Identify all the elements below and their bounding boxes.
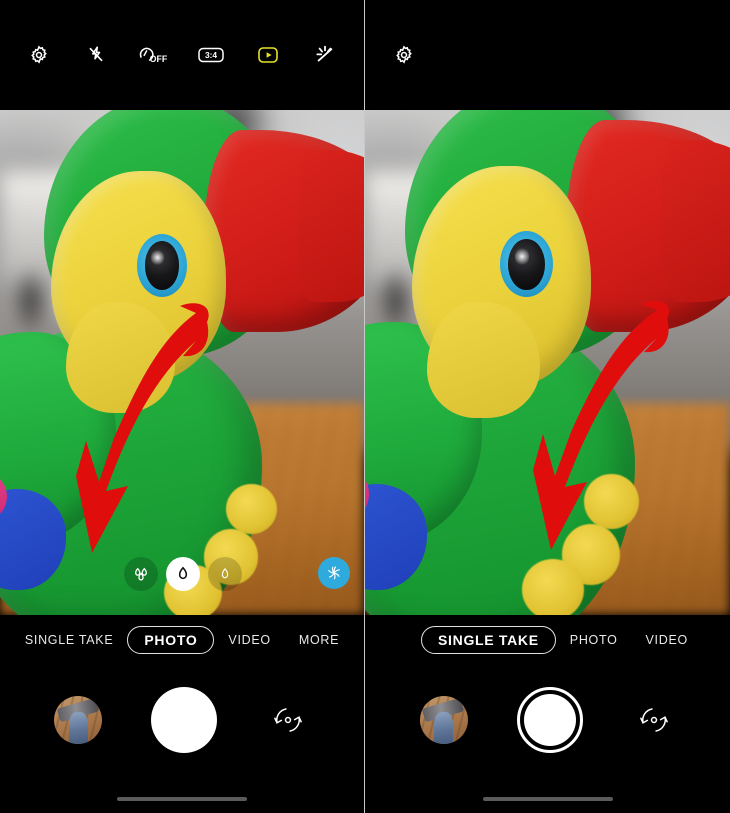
camera-mode-selector: SINGLE TAKE PHOTO VIDEO [365, 615, 730, 665]
gallery-thumbnail[interactable] [419, 696, 468, 744]
svg-text:3:4: 3:4 [205, 50, 217, 60]
switch-camera-icon[interactable] [632, 698, 676, 742]
system-nav-bar [365, 775, 730, 813]
camera-toolbar: OFF 3:4 [0, 0, 364, 110]
mode-more[interactable]: MORE [285, 627, 353, 653]
camera-preview-image [365, 110, 730, 615]
home-gesture-pill[interactable] [482, 797, 613, 801]
settings-gear-icon[interactable] [22, 38, 56, 72]
screenshot-stage: OFF 3:4 SINGLE TAKE PHOTO VIDEO MORE SIN… [0, 0, 730, 813]
svg-text:OFF: OFF [150, 54, 168, 64]
settings-gear-icon[interactable] [387, 38, 421, 72]
camera-mode-selector: SINGLE TAKE PHOTO VIDEO MORE [0, 615, 364, 665]
lens-tele[interactable] [208, 557, 242, 591]
camera-preview-image [0, 110, 364, 615]
zoom-lens-selector [0, 557, 364, 597]
gallery-thumbnail[interactable] [54, 696, 103, 744]
aspect-ratio-icon[interactable]: 3:4 [194, 38, 228, 72]
mode-video[interactable]: VIDEO [632, 627, 702, 653]
mode-single-take[interactable]: SINGLE TAKE [11, 627, 128, 653]
system-nav-bar [0, 775, 364, 813]
switch-camera-icon[interactable] [266, 698, 310, 742]
camera-controls [0, 665, 364, 775]
single-take-mode-panel: SINGLE TAKE PHOTO VIDEO [365, 0, 730, 813]
timer-off-icon[interactable]: OFF [136, 38, 170, 72]
home-gesture-pill[interactable] [117, 797, 247, 801]
viewfinder-preview[interactable] [365, 110, 730, 615]
viewfinder-preview[interactable] [0, 110, 364, 615]
mode-video[interactable]: VIDEO [214, 627, 284, 653]
mode-photo[interactable]: PHOTO [127, 626, 215, 654]
beauty-effects-icon[interactable] [308, 38, 342, 72]
lens-ultrawide[interactable] [124, 557, 158, 591]
shutter-button[interactable] [516, 687, 583, 753]
photo-mode-panel: OFF 3:4 SINGLE TAKE PHOTO VIDEO MORE [0, 0, 365, 813]
flash-off-icon[interactable] [79, 38, 113, 72]
camera-toolbar [365, 0, 730, 110]
filters-button[interactable] [318, 557, 350, 589]
motion-photo-icon[interactable] [251, 38, 285, 72]
lens-wide[interactable] [166, 557, 200, 591]
shutter-button[interactable] [150, 687, 217, 753]
mode-photo[interactable]: PHOTO [556, 627, 632, 653]
mode-single-take[interactable]: SINGLE TAKE [421, 626, 556, 654]
camera-controls [365, 665, 730, 775]
